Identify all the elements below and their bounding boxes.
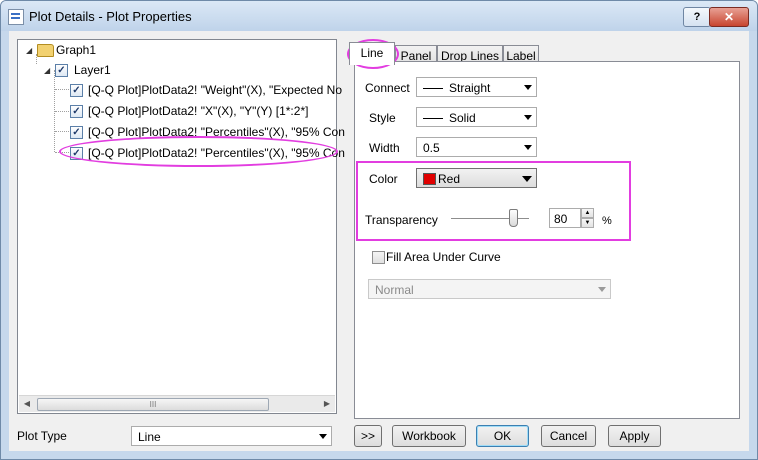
collapse-arrow-icon[interactable]: ◢ — [44, 66, 53, 75]
workbook-button[interactable]: Workbook — [392, 425, 466, 447]
color-value: Red — [438, 172, 461, 186]
plot-checkbox[interactable]: ✓ — [70, 147, 83, 160]
line-sample-icon — [423, 118, 443, 120]
tree-node-label: [Q-Q Plot]PlotData2! "Percentiles"(X), "… — [88, 125, 345, 139]
apply-button[interactable]: Apply — [608, 425, 661, 447]
plot-checkbox[interactable]: ✓ — [70, 126, 83, 139]
line-tab-panel: Connect Straight Style Solid Width 0.5 C… — [354, 61, 740, 419]
tree-guide-line — [55, 89, 69, 90]
tree-guide-line — [55, 152, 69, 153]
fill-mode-select: Normal — [368, 279, 611, 299]
chevron-down-icon — [524, 115, 532, 120]
chevron-down-icon — [598, 287, 606, 292]
spin-down-icon[interactable]: ▼ — [581, 218, 594, 228]
ok-button[interactable]: OK — [476, 425, 529, 447]
connect-select[interactable]: Straight — [416, 77, 537, 97]
width-label: Width — [369, 141, 400, 155]
scroll-right-icon[interactable]: ▶ — [319, 396, 335, 412]
style-label: Style — [369, 111, 396, 125]
scrollbar-thumb[interactable]: III — [37, 398, 269, 411]
close-button[interactable]: ✕ — [709, 7, 749, 27]
width-value: 0.5 — [423, 141, 440, 155]
app-icon — [8, 9, 24, 25]
transparency-slider-thumb[interactable] — [509, 209, 519, 227]
width-select[interactable]: 0.5 — [416, 137, 537, 157]
plot-type-value: Line — [138, 430, 161, 444]
chevron-down-icon — [524, 85, 532, 90]
percent-unit: % — [602, 215, 612, 227]
chevron-down-icon — [319, 434, 327, 439]
color-label: Color — [369, 172, 398, 186]
connect-value: Straight — [449, 81, 491, 95]
title-bar[interactable]: Plot Details - Plot Properties ? ✕ — [1, 1, 757, 31]
collapse-arrow-icon[interactable]: ◢ — [26, 46, 35, 55]
plot-type-label: Plot Type — [17, 429, 67, 443]
expand-button[interactable]: >> — [354, 425, 382, 447]
plot-checkbox[interactable]: ✓ — [70, 84, 83, 97]
chevron-down-icon — [524, 145, 532, 150]
plot-details-dialog: Plot Details - Plot Properties ? ✕ ◢ Gra… — [0, 0, 758, 460]
style-value: Solid — [449, 111, 476, 125]
color-swatch — [423, 173, 436, 185]
style-select[interactable]: Solid — [416, 107, 537, 127]
tab-line[interactable]: Line — [349, 42, 395, 65]
tree-horizontal-scrollbar[interactable]: ◀ III ▶ — [19, 395, 335, 412]
scroll-left-icon[interactable]: ◀ — [19, 396, 35, 412]
plot-checkbox[interactable]: ✓ — [70, 105, 83, 118]
help-button[interactable]: ? — [683, 7, 711, 27]
window-title: Plot Details - Plot Properties — [29, 9, 192, 24]
connect-label: Connect — [365, 81, 410, 95]
tree-guide-line — [55, 131, 69, 132]
line-sample-icon — [423, 88, 443, 90]
chevron-down-icon — [522, 176, 532, 182]
transparency-label: Transparency — [365, 213, 438, 227]
plot-type-select[interactable]: Line — [131, 426, 332, 446]
tree-node-label: Graph1 — [56, 43, 97, 57]
folder-icon — [37, 44, 54, 57]
fill-area-checkbox[interactable] — [372, 251, 385, 264]
tree-node-label: [Q-Q Plot]PlotData2! "Percentiles"(X), "… — [88, 146, 345, 160]
layer-checkbox[interactable]: ✓ — [55, 64, 68, 77]
color-select[interactable]: Red — [416, 168, 537, 188]
transparency-value: 80 — [554, 212, 568, 226]
tree-guide-line — [55, 111, 69, 112]
fill-area-label: Fill Area Under Curve — [386, 250, 501, 264]
dialog-body: ◢ Graph1 ◢ ✓ Layer1 ✓ [Q-Q Plot]PlotData… — [9, 31, 749, 451]
spin-up-icon[interactable]: ▲ — [581, 208, 594, 218]
transparency-input[interactable]: 80 — [549, 208, 581, 228]
tree-node-label: Layer1 — [74, 63, 111, 77]
tree-node-label: [Q-Q Plot]PlotData2! "Weight"(X), "Expec… — [88, 83, 342, 97]
fill-mode-value: Normal — [375, 283, 414, 297]
cancel-button[interactable]: Cancel — [541, 425, 596, 447]
tree-node-label: [Q-Q Plot]PlotData2! "X"(X), "Y"(Y) [1*:… — [88, 104, 309, 118]
plot-tree[interactable]: ◢ Graph1 ◢ ✓ Layer1 ✓ [Q-Q Plot]PlotData… — [17, 39, 345, 414]
